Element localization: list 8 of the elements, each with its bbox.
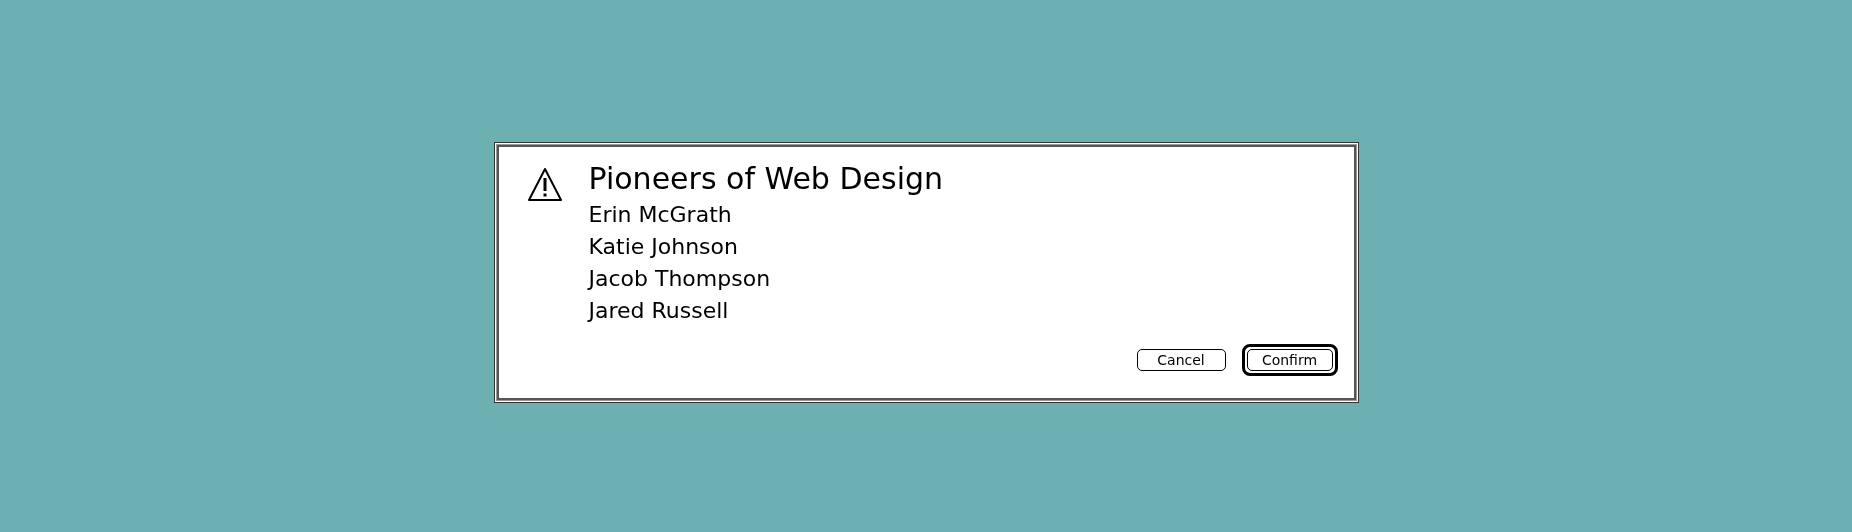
cancel-button[interactable]: Cancel <box>1136 348 1226 371</box>
name-item: Jared Russell <box>588 296 730 325</box>
name-item: Erin McGrath <box>588 200 733 229</box>
confirm-button[interactable]: Confirm <box>1241 343 1338 376</box>
name-item: Katie Johnson <box>588 232 739 261</box>
warning-icon <box>526 166 563 203</box>
name-item: Jacob Thompson <box>588 264 772 293</box>
dialog-title: Pioneers of Web Design <box>588 159 944 198</box>
